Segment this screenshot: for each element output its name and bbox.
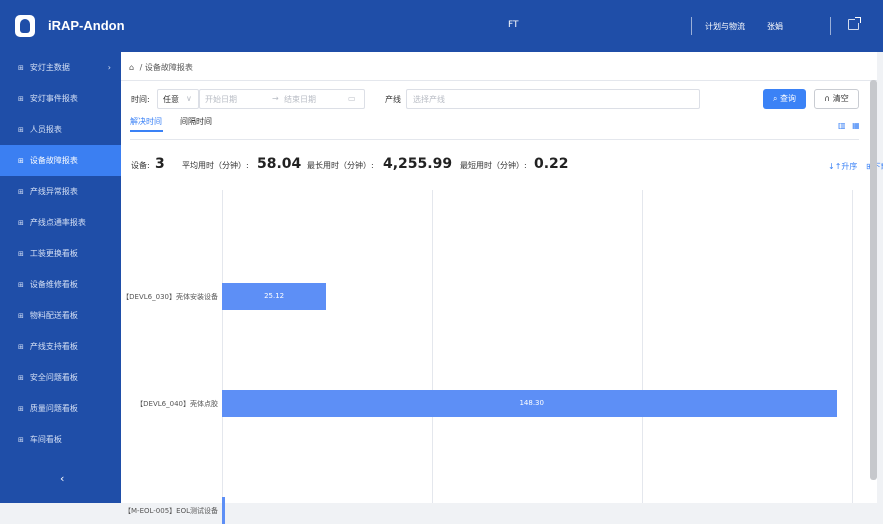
chart-category-label: 【DEVL6_040】壳体点胶 bbox=[136, 400, 218, 408]
sidebar-item-material-delivery-board[interactable]: ⊞ 物料配送看板 bbox=[0, 300, 121, 331]
sidebar-item-label: 物料配送看板 bbox=[29, 311, 78, 320]
sidebar-item-label: 产线支持看板 bbox=[29, 342, 78, 351]
sidebar-item-label: 产线点通率报表 bbox=[29, 218, 86, 227]
grid-icon: ⊞ bbox=[18, 64, 24, 72]
grid-icon: ⊞ bbox=[18, 95, 24, 103]
chart-axis-line bbox=[222, 190, 223, 503]
range-arrow-icon: → bbox=[272, 94, 279, 103]
sidebar-item-line-support-board[interactable]: ⊞ 产线支持看板 bbox=[0, 331, 121, 362]
grid-icon: ⊞ bbox=[18, 374, 24, 382]
fault-duration-bar-chart: 【DEVL6_030】壳体安装设备 25.12 【DEVL6_040】壳体点胶 148… bbox=[121, 190, 877, 524]
max-time-value: 4,255.99 bbox=[383, 156, 453, 172]
end-date-input[interactable]: 结束日期 bbox=[284, 94, 316, 105]
start-date-input[interactable]: 开始日期 bbox=[205, 94, 237, 105]
breadcrumb-current: 设备故障报表 bbox=[144, 63, 193, 72]
min-time-value: 0.22 bbox=[534, 156, 569, 172]
line-select[interactable]: 选择产线 bbox=[406, 89, 700, 109]
device-count-label: 设备: bbox=[131, 161, 150, 170]
chevron-right-icon: › bbox=[107, 63, 111, 72]
time-mode-value: 任意 bbox=[163, 95, 179, 104]
grid-icon: ⊞ bbox=[18, 157, 24, 165]
sidebar-item-label: 产线异常报表 bbox=[29, 187, 78, 196]
grid-icon: ⊞ bbox=[18, 250, 24, 258]
breadcrumb: ⌂ / 设备故障报表 bbox=[129, 62, 193, 73]
sidebar-item-tooling-change-board[interactable]: ⊞ 工装更换看板 bbox=[0, 238, 121, 269]
max-time-label: 最长用时（分钟）: bbox=[307, 161, 374, 170]
sidebar-item-quality-issue-board[interactable]: ⊞ 质量问题看板 bbox=[0, 393, 121, 424]
top-bar: iRAP-Andon FT 计划与物流 张娟 bbox=[0, 0, 883, 52]
sidebar-item-label: 安灯主数据 bbox=[29, 63, 70, 72]
sidebar: ⊞ 安灯主数据 › ⊞ 安灯事件报表 ⊞ 人员报表 ⊞ 设备故障报表 ⊞ 产线异常报表 ⊞ 产… bbox=[0, 52, 121, 503]
device-count-value: 3 bbox=[155, 156, 165, 172]
sidebar-item-equipment-fault-report[interactable]: ⊞ 设备故障报表 bbox=[0, 145, 121, 176]
grid-icon: ⊞ bbox=[18, 126, 24, 134]
chart-gridline bbox=[432, 190, 433, 503]
avg-time-label: 平均用时（分钟）: bbox=[182, 161, 249, 170]
grid-icon: ⊞ bbox=[18, 312, 24, 320]
app-brand: iRAP-Andon bbox=[48, 18, 125, 33]
topbar-divider bbox=[830, 17, 831, 35]
sidebar-item-label: 安全问题看板 bbox=[29, 373, 78, 382]
active-tab-indicator bbox=[130, 130, 163, 132]
page-scrollbar[interactable] bbox=[870, 80, 877, 480]
line-label: 产线 bbox=[385, 95, 401, 104]
sidebar-item-workshop-board[interactable]: ⊞ 车间看板 bbox=[0, 424, 121, 455]
avg-time-value: 58.04 bbox=[257, 156, 302, 172]
tab-interval-time[interactable]: 间隔时间 bbox=[180, 116, 212, 127]
sidebar-item-safety-issue-board[interactable]: ⊞ 安全问题看板 bbox=[0, 362, 121, 393]
sidebar-item-label: 车间看板 bbox=[29, 435, 62, 444]
sidebar-item-label: 人员报表 bbox=[29, 125, 62, 134]
sidebar-item-label: 设备维修看板 bbox=[29, 280, 78, 289]
line-select-placeholder: 选择产线 bbox=[413, 95, 445, 104]
tab-resolve-time[interactable]: 解决时间 bbox=[130, 116, 162, 127]
chart-bar-value-label: 25.12 bbox=[264, 292, 285, 300]
calendar-icon: ▭ bbox=[348, 94, 356, 103]
sidebar-item-label: 设备故障报表 bbox=[29, 156, 78, 165]
grid-icon: ⊞ bbox=[18, 436, 24, 444]
min-time-label: 最短用时（分钟）: bbox=[460, 161, 527, 170]
chart-table-toggle-icon[interactable]: ▥ ▦ bbox=[838, 121, 862, 130]
sidebar-item-label: 质量问题看板 bbox=[29, 404, 78, 413]
sidebar-item-personnel-report[interactable]: ⊞ 人员报表 bbox=[0, 114, 121, 145]
sidebar-item-label: 安灯事件报表 bbox=[29, 94, 78, 103]
plan-logistics-menu[interactable]: 计划与物流 bbox=[705, 21, 745, 32]
chart-bar-value-label: 148.30 bbox=[519, 399, 544, 407]
grid-icon: ⊞ bbox=[18, 219, 24, 227]
chart-bar[interactable] bbox=[222, 497, 225, 524]
home-icon[interactable]: ⌂ bbox=[129, 63, 134, 72]
chart-gridline bbox=[852, 190, 853, 503]
breadcrumb-separator: / bbox=[139, 63, 143, 72]
tab-divider bbox=[130, 139, 859, 140]
logout-icon[interactable] bbox=[848, 17, 861, 30]
sidebar-item-line-exception-report[interactable]: ⊞ 产线异常报表 bbox=[0, 176, 121, 207]
grid-icon: ⊞ bbox=[18, 343, 24, 351]
grid-icon: ⊞ bbox=[18, 188, 24, 196]
time-mode-select[interactable]: 任意 ∨ bbox=[157, 89, 199, 109]
chart-category-label: 【DEVL6_030】壳体安装设备 bbox=[122, 293, 218, 301]
sidebar-item-andon-master-data[interactable]: ⊞ 安灯主数据 › bbox=[0, 52, 121, 83]
collapse-sidebar-icon[interactable]: ‹ bbox=[60, 472, 64, 485]
app-logo-icon bbox=[15, 15, 35, 37]
sort-ascending-link[interactable]: ↓↑升序 bbox=[828, 162, 857, 171]
user-name[interactable]: 张娟 bbox=[767, 21, 783, 32]
chart-category-label: 【M-EOL-005】EOL测试设备 bbox=[124, 507, 218, 515]
divider bbox=[121, 80, 877, 81]
sidebar-item-label: 工装更换看板 bbox=[29, 249, 78, 258]
chart-gridline bbox=[642, 190, 643, 503]
factory-title: FT bbox=[508, 20, 519, 30]
clear-button[interactable]: ∩ 清空 bbox=[814, 89, 859, 109]
sidebar-item-equipment-repair-board[interactable]: ⊞ 设备维修看板 bbox=[0, 269, 121, 300]
grid-icon: ⊞ bbox=[18, 405, 24, 413]
sidebar-item-line-pass-rate-report[interactable]: ⊞ 产线点通率报表 bbox=[0, 207, 121, 238]
tab-bar: 解决时间 间隔时间 bbox=[121, 114, 861, 140]
main-content: ⌂ / 设备故障报表 时间: 任意 ∨ 开始日期 → 结束日期 ▭ 产线 选择产… bbox=[121, 52, 883, 524]
query-button[interactable]: ⌕ 查询 bbox=[763, 89, 806, 109]
grid-icon: ⊞ bbox=[18, 281, 24, 289]
topbar-divider bbox=[691, 17, 692, 35]
time-label: 时间: bbox=[131, 95, 150, 104]
date-range-picker[interactable]: 开始日期 → 结束日期 ▭ bbox=[199, 89, 365, 109]
chevron-down-icon: ∨ bbox=[186, 94, 192, 103]
sidebar-item-andon-event-report[interactable]: ⊞ 安灯事件报表 bbox=[0, 83, 121, 114]
